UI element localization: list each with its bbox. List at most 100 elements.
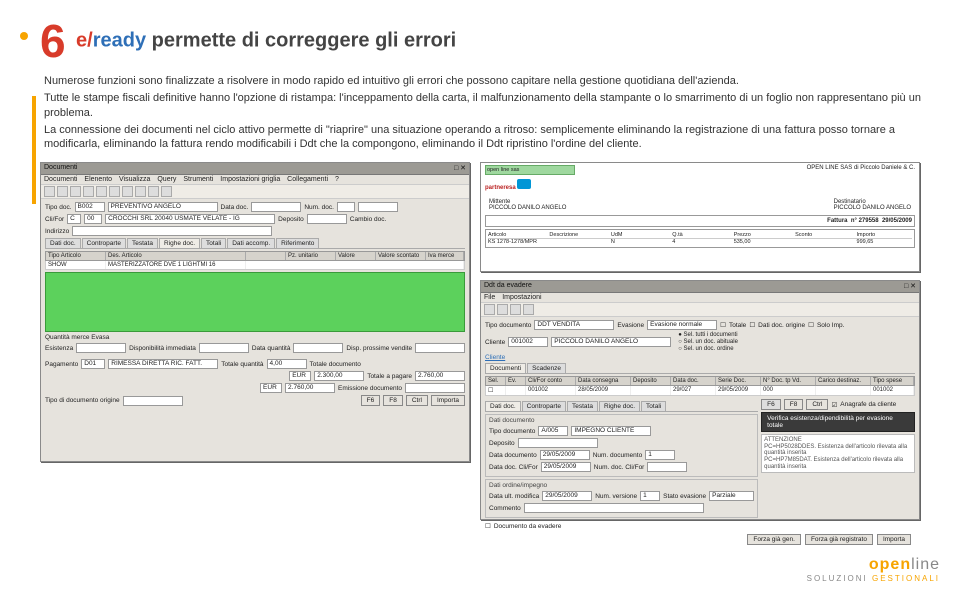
btn-f6[interactable]: F6: [361, 395, 381, 406]
window-controls[interactable]: □ ✕: [454, 164, 466, 173]
toolbar-btn[interactable]: [484, 304, 495, 315]
grid-row[interactable]: SHOW MASTERIZZATORE DVE 1 LIGHTMI 16: [45, 261, 465, 270]
menubar[interactable]: Documenti Elenento Visualizza Query Stru…: [41, 175, 469, 185]
toolbar-btn[interactable]: [523, 304, 534, 315]
menu-documenti[interactable]: Documenti: [44, 176, 77, 183]
toolbar-btn[interactable]: [135, 186, 146, 197]
tab-totali[interactable]: Totali: [201, 238, 226, 248]
fld-tipo-doc[interactable]: DDT VENDITA: [534, 320, 614, 330]
chk-solo-imp[interactable]: Solo Imp.: [817, 322, 844, 329]
fld[interactable]: IMPEGNO CLIENTE: [571, 426, 651, 436]
fld-num-doc[interactable]: [358, 202, 398, 212]
tab-documenti[interactable]: Documenti: [485, 363, 526, 373]
radio-tutti[interactable]: Sel. tutti i documenti: [678, 332, 738, 338]
toolbar-btn[interactable]: [109, 186, 120, 197]
menu-impostazioni[interactable]: Impostazioni: [502, 294, 541, 301]
btn-importa[interactable]: Importa: [877, 534, 911, 545]
tab-dati-doc[interactable]: Dati doc.: [45, 238, 81, 248]
fld-disp-prox[interactable]: [415, 343, 465, 353]
fld[interactable]: [518, 438, 598, 448]
menu-query[interactable]: Query: [157, 176, 176, 183]
fld-tipo-doc[interactable]: B002: [75, 202, 105, 212]
toolbar-btn[interactable]: [44, 186, 55, 197]
menu-strumenti[interactable]: Strumenti: [183, 176, 213, 183]
fld-disp[interactable]: [199, 343, 249, 353]
toolbar-btn[interactable]: [83, 186, 94, 197]
btn-f8[interactable]: F8: [383, 395, 403, 406]
tab-totali[interactable]: Totali: [641, 401, 666, 411]
btn-f6[interactable]: F6: [761, 399, 781, 410]
fld[interactable]: 29/05/2009: [541, 462, 591, 472]
toolbar-btn[interactable]: [161, 186, 172, 197]
fld-clifor-c[interactable]: C: [67, 214, 81, 224]
fld[interactable]: A/005: [538, 426, 568, 436]
fld-data-q[interactable]: [293, 343, 343, 353]
fld-esistenza[interactable]: [76, 343, 126, 353]
toolbar-btn[interactable]: [70, 186, 81, 197]
fld[interactable]: 1: [645, 450, 675, 460]
fld[interactable]: [647, 462, 687, 472]
btn-verify[interactable]: Verifica esistenza/dipendibilità per eva…: [761, 412, 915, 432]
toolbar-btn[interactable]: [122, 186, 133, 197]
fld-emis[interactable]: [405, 383, 465, 393]
radio-ordine[interactable]: Sel. un doc. ordine: [678, 346, 738, 352]
menu-collegamenti[interactable]: Collegamenti: [287, 176, 328, 183]
chk-totale[interactable]: Totale: [729, 322, 746, 329]
fld-data-doc[interactable]: [251, 202, 301, 212]
btn-ctrl[interactable]: Ctrl: [806, 399, 828, 410]
fld-cliente-name[interactable]: PICCOLO DANILO ANGELO: [551, 337, 671, 347]
tab-dati-doc[interactable]: Dati doc.: [485, 401, 521, 411]
radio-abituale[interactable]: Sel. un doc. abituale: [678, 339, 738, 345]
toolbar-btn[interactable]: [497, 304, 508, 315]
menu-help[interactable]: ?: [335, 176, 339, 183]
tab-testata[interactable]: Testata: [127, 238, 158, 248]
window-controls[interactable]: □ ✕: [904, 282, 916, 291]
menu-visualizza[interactable]: Visualizza: [119, 176, 150, 183]
tab-controparte[interactable]: Controparte: [82, 238, 126, 248]
toolbar-btn[interactable]: [510, 304, 521, 315]
fld-commento[interactable]: [524, 503, 704, 513]
btn-f8[interactable]: F8: [784, 399, 804, 410]
fld-tipo-doc-desc[interactable]: PREVENTIVO ANGELO: [108, 202, 218, 212]
fld-clifor-desc[interactable]: CROCCHI SRL 20040 USMATE VELATE - IG: [105, 214, 275, 224]
tab-testata[interactable]: Testata: [567, 401, 598, 411]
tab-accomp[interactable]: Dati accomp.: [227, 238, 275, 248]
lbl-qty-evasa: Quantità merce Evasa: [45, 334, 109, 341]
fld-origine[interactable]: [123, 396, 183, 406]
fld[interactable]: 29/05/2009: [542, 491, 592, 501]
link-cliente[interactable]: Cliente: [485, 354, 505, 361]
fld-indirizzo[interactable]: [72, 226, 272, 236]
chk-dati-origine[interactable]: Dati doc. origine: [758, 322, 805, 329]
menu-elemento[interactable]: Elenento: [84, 176, 112, 183]
toolbar-btn[interactable]: [96, 186, 107, 197]
tab-righe[interactable]: Righe doc.: [159, 238, 200, 248]
fld-cliente-code[interactable]: 001002: [508, 337, 548, 347]
btn-importa[interactable]: Importa: [431, 395, 465, 406]
menu-file[interactable]: File: [484, 294, 495, 301]
fld-clifor-n[interactable]: 00: [84, 214, 102, 224]
btn-ctrl[interactable]: Ctrl: [406, 395, 428, 406]
tab-righe[interactable]: Righe doc.: [599, 401, 640, 411]
btn-forza-reg[interactable]: Forza già registrato: [805, 534, 873, 545]
chk-da-evadere[interactable]: Documento da evadere: [494, 523, 562, 530]
menu-impostazioni[interactable]: Impostazioni griglia: [220, 176, 280, 183]
fld[interactable]: 1: [640, 491, 660, 501]
btn-forza-gen[interactable]: Forza già gen.: [747, 534, 801, 545]
chk-anagrafe[interactable]: Anagrafe da cliente: [840, 401, 896, 408]
fld-num-doc-s[interactable]: [337, 202, 355, 212]
fld-tot-q[interactable]: 4,00: [267, 359, 307, 369]
fld-evasione[interactable]: Evasione normale: [647, 320, 717, 330]
grid-row[interactable]: ☐ 001002 28/05/2009 29/027 29/05/2009 00…: [485, 386, 915, 396]
tab-scadenze[interactable]: Scadenze: [527, 363, 566, 373]
fld-deposito[interactable]: [307, 214, 347, 224]
menubar[interactable]: File Impostazioni: [481, 293, 919, 303]
fld[interactable]: 29/05/2009: [540, 450, 590, 460]
fld-pag-desc[interactable]: RIMESSA DIRETTA RIC. FATT.: [108, 359, 218, 369]
tab-controparte[interactable]: Controparte: [522, 401, 566, 411]
toolbar-btn[interactable]: [57, 186, 68, 197]
tab-riferimento[interactable]: Riferimento: [276, 238, 319, 248]
toolbar-btn[interactable]: [148, 186, 159, 197]
fld-pag[interactable]: D01: [81, 359, 105, 369]
grid-green-rows[interactable]: [45, 272, 465, 332]
fld[interactable]: Parziale: [709, 491, 754, 501]
